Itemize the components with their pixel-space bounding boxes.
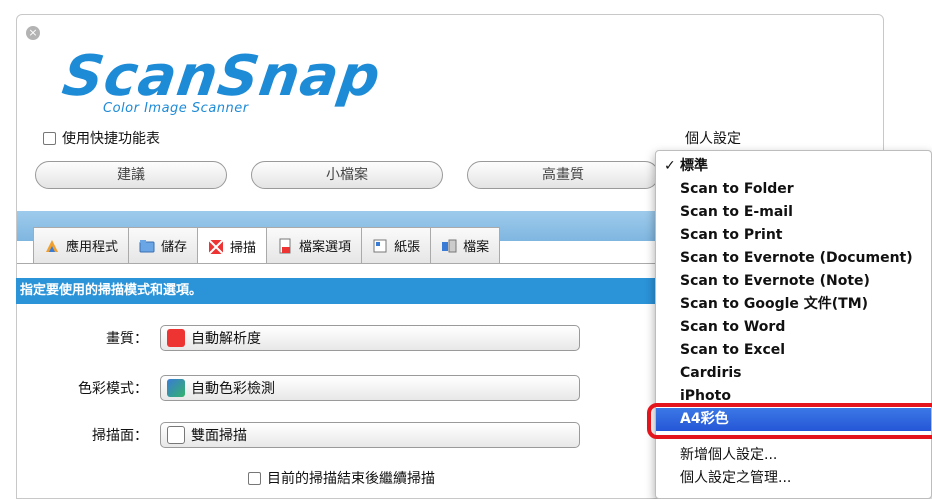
section-title: 指定要使用的掃描模式和選項。 (16, 278, 656, 304)
tab-paper[interactable]: 紙張 (361, 227, 432, 263)
checkmark-icon: ✓ (664, 158, 676, 174)
scansnap-logo: ScanSnap Color Image Scanner (59, 44, 385, 119)
continue-scan-checkbox[interactable] (248, 471, 261, 485)
settings-tabs: 應用程式 儲存 掃描 檔案選項 紙張 檔案 (33, 227, 501, 265)
scan-side-value: 雙面掃描 (191, 428, 247, 444)
preset-recommended-button[interactable]: 建議 (35, 161, 227, 189)
file-option-icon (277, 238, 293, 254)
profile-label: 個人設定 (685, 131, 741, 147)
quick-menu-label: 使用快捷功能表 (62, 131, 160, 147)
tab-compression[interactable]: 檔案 (430, 227, 501, 263)
tab-label: 儲存 (161, 240, 188, 255)
menu-item-scan-to-excel[interactable]: Scan to Excel (656, 339, 931, 362)
logo-title: ScanSnap (58, 44, 385, 109)
color-mode-select[interactable]: 自動色彩檢測 (160, 375, 580, 401)
logo-subtitle: Color Image Scanner (103, 101, 249, 116)
image-quality-label: 畫質： (106, 331, 148, 347)
menu-item-scan-to-google-docs[interactable]: Scan to Google 文件(TM) (656, 293, 931, 316)
scan-side-row: 掃描面： 雙面掃描 (48, 422, 580, 448)
tab-scan[interactable]: 掃描 (197, 227, 268, 265)
menu-item-scan-to-print[interactable]: Scan to Print (656, 224, 931, 247)
save-folder-icon (139, 238, 155, 254)
color-mode-row: 色彩模式： 自動色彩檢測 (48, 375, 580, 401)
duplex-icon (167, 426, 185, 444)
tab-save[interactable]: 儲存 (128, 227, 199, 263)
scan-side-select[interactable]: 雙面掃描 (160, 422, 580, 448)
compression-icon (441, 238, 457, 254)
menu-item-scan-to-evernote-document[interactable]: Scan to Evernote (Document) (656, 247, 931, 270)
close-icon[interactable]: × (26, 26, 40, 40)
quick-menu-option[interactable]: 使用快捷功能表 (43, 128, 160, 148)
preset-buttons: 建議 小檔案 高畫質 (35, 161, 659, 189)
menu-item-label: 標準 (680, 158, 708, 174)
image-quality-select[interactable]: 自動解析度 (160, 325, 580, 351)
scan-side-label: 掃描面： (92, 428, 148, 444)
menu-item-scan-to-email[interactable]: Scan to E-mail (656, 201, 931, 224)
continue-scan-label: 目前的掃描結束後繼續掃描 (267, 471, 435, 487)
tab-label: 應用程式 (66, 240, 119, 255)
menu-item-standard[interactable]: ✓ 標準 (656, 155, 931, 178)
menu-item-scan-to-evernote-note[interactable]: Scan to Evernote (Note) (656, 270, 931, 293)
menu-item-cardiris[interactable]: Cardiris (656, 362, 931, 385)
menu-item-scan-to-word[interactable]: Scan to Word (656, 316, 931, 339)
tab-label: 檔案 (463, 240, 490, 255)
scan-icon (208, 238, 224, 255)
auto-resolution-icon (167, 329, 185, 347)
tab-label: 檔案選項 (299, 240, 352, 255)
menu-item-manage-profiles[interactable]: 個人設定之管理... (656, 467, 931, 490)
tab-application[interactable]: 應用程式 (33, 227, 130, 263)
tab-file-option[interactable]: 檔案選項 (266, 227, 363, 263)
continue-scan-option[interactable]: 目前的掃描結束後繼續掃描 (248, 468, 435, 488)
tab-label: 紙張 (394, 240, 421, 255)
application-icon (44, 238, 60, 254)
highlight-annotation (647, 403, 932, 439)
menu-item-add-profile[interactable]: 新增個人設定... (656, 444, 931, 467)
preset-small-file-button[interactable]: 小檔案 (251, 161, 443, 189)
image-quality-value: 自動解析度 (191, 331, 261, 347)
tab-label: 掃描 (230, 241, 257, 256)
color-mode-value: 自動色彩檢測 (191, 381, 275, 397)
auto-color-icon (167, 379, 185, 397)
color-mode-label: 色彩模式： (78, 381, 148, 397)
profile-dropdown-menu: ✓ 標準 Scan to Folder Scan to E-mail Scan … (655, 150, 932, 499)
menu-item-scan-to-folder[interactable]: Scan to Folder (656, 178, 931, 201)
image-quality-row: 畫質： 自動解析度 (48, 325, 580, 351)
paper-icon (372, 238, 388, 254)
preset-high-quality-button[interactable]: 高畫質 (467, 161, 659, 189)
quick-menu-checkbox[interactable] (43, 131, 56, 145)
